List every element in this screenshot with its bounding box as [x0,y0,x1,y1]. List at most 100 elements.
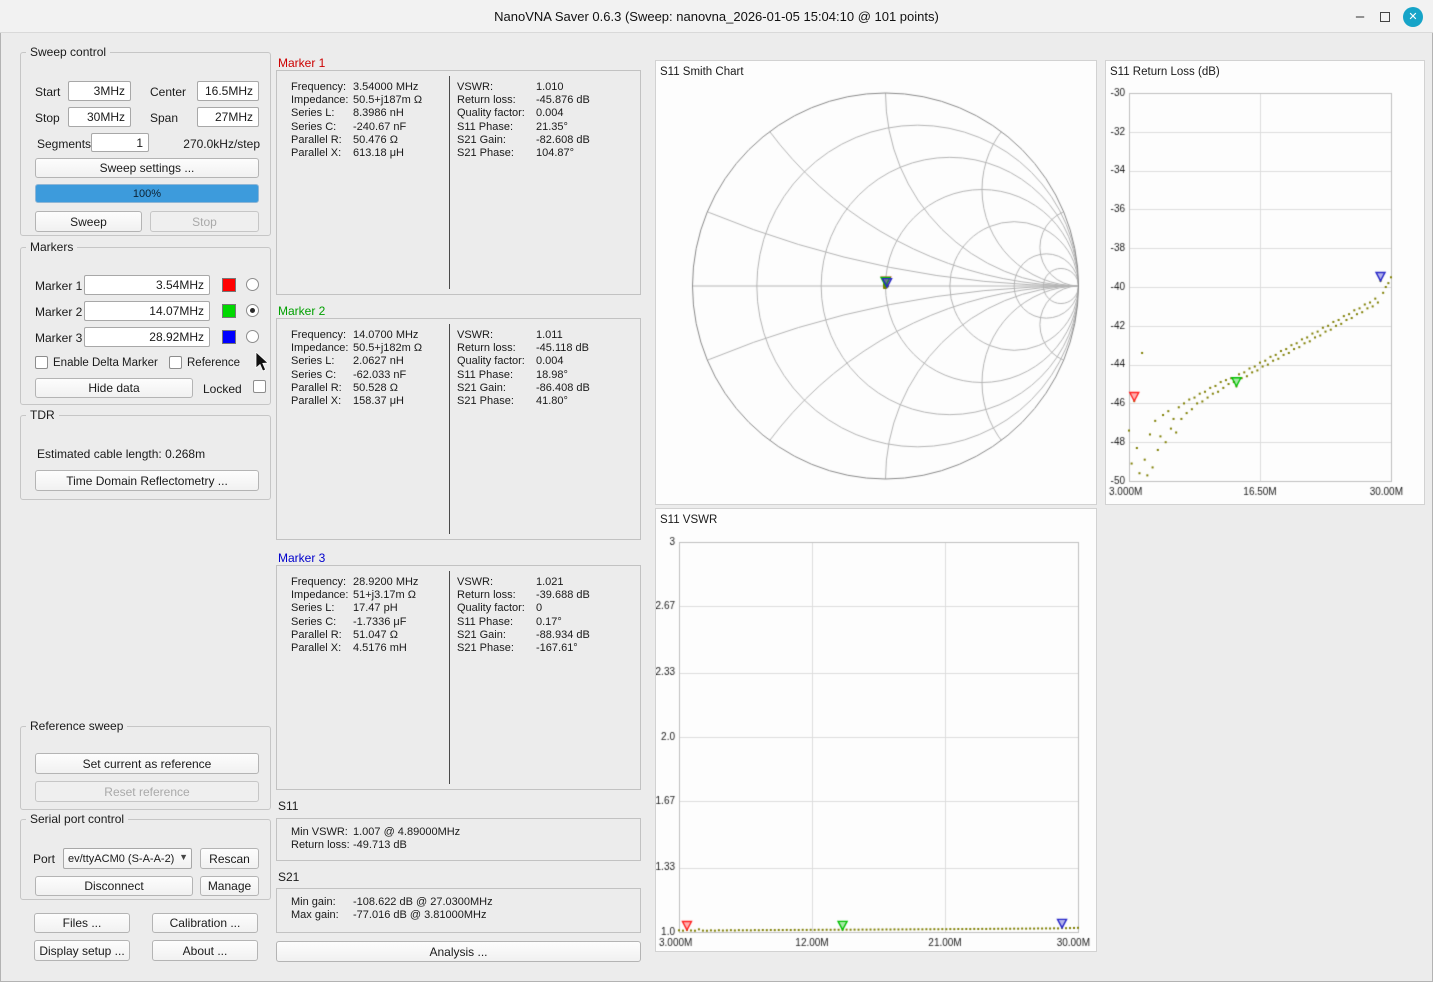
info-value: -45.876 dB [536,94,590,107]
info-row: Frequency:14.0700 MHz [291,329,422,342]
info-label: VSWR: [457,81,536,94]
info-row: Return loss:-45.876 dB [457,94,590,107]
info-value: 1.010 [536,81,564,94]
marker3-radio[interactable] [246,330,259,343]
set-reference-button[interactable]: Set current as reference [35,753,259,774]
info-label: Return loss: [457,94,536,107]
smith-chart-panel: S11 Smith Chart [655,60,1097,505]
marker3-frequency-input[interactable]: 28.92MHz [84,327,210,347]
info-row: S21 Gain:-82.608 dB [457,134,590,147]
info-value: 0.17° [536,616,562,629]
info-label: Series C: [291,369,353,382]
rescan-button[interactable]: Rescan [200,848,259,869]
markers-title: Markers [26,240,77,254]
close-icon[interactable]: ✕ [1403,7,1423,27]
info-row: S11 Phase:18.98° [457,369,590,382]
start-label: Start [35,85,60,99]
hide-data-button[interactable]: Hide data [35,378,193,398]
info-label: S11 Phase: [457,616,536,629]
marker1-info-right: VSWR:1.010Return loss:-45.876 dBQuality … [457,81,590,160]
vswr-chart-panel: S11 VSWR [655,508,1097,952]
manage-button[interactable]: Manage [200,876,259,896]
marker1-frequency-input[interactable]: 3.54MHz [84,275,210,295]
segments-label: Segments [37,137,91,151]
marker2-frequency-input[interactable]: 14.07MHz [84,301,210,321]
marker2-info-left: Frequency:14.0700 MHzImpedance:50.5+j182… [291,329,422,408]
info-value: 1.011 [536,329,563,342]
marker2-radio[interactable] [246,304,259,317]
info-row: S21 Phase:41.80° [457,395,590,408]
info-value: 1.021 [536,576,564,589]
info-label: S21 Gain: [457,382,536,395]
info-label: S11 Phase: [457,121,536,134]
marker1-info-left: Frequency:3.54000 MHzImpedance:50.5+j187… [291,81,422,160]
info-value: 21.35° [536,121,568,134]
vswr-chart-canvas[interactable] [656,509,1098,953]
info-row: Series L:17.47 pH [291,602,418,615]
analysis-button[interactable]: Analysis ... [276,941,641,962]
info-label: Min gain: [291,896,353,909]
info-row: Impedance:50.5+j187m Ω [291,94,422,107]
locked-checkbox[interactable] [253,380,266,393]
info-row: Return loss:-49.713 dB [291,839,460,852]
s21-summary-box: Min gain:-108.622 dB @ 27.0300MHzMax gai… [276,888,641,933]
info-value: 17.47 pH [353,602,398,615]
info-label: Impedance: [291,94,353,107]
sweep-button[interactable]: Sweep [35,211,142,232]
port-combobox[interactable]: ev/ttyACM0 (S-A-A-2) ▼ [63,848,192,869]
marker3-info-title: Marker 3 [278,551,325,565]
info-value: 0.004 [536,107,564,120]
marker3-info-box: Frequency:28.9200 MHzImpedance:51+j3.17m… [276,565,641,790]
smith-chart-canvas[interactable] [656,61,1098,506]
info-row: Frequency:3.54000 MHz [291,81,422,94]
info-label: Frequency: [291,576,353,589]
info-label: Series L: [291,602,353,615]
enable-delta-marker-checkbox[interactable] [35,356,48,369]
reset-reference-button[interactable]: Reset reference [35,781,259,802]
info-value: -167.61° [536,642,578,655]
marker1-color-swatch [222,278,236,292]
display-setup-button[interactable]: Display setup ... [34,940,130,961]
center-input[interactable]: 16.5MHz [197,81,259,101]
divider [449,571,450,784]
stop-button[interactable]: Stop [150,211,259,232]
center-label: Center [150,85,186,99]
info-row: Parallel R:51.047 Ω [291,629,418,642]
start-input[interactable]: 3MHz [68,81,131,101]
info-label: Min VSWR: [291,826,353,839]
info-row: Series L:2.0627 nH [291,355,422,368]
reference-checkbox[interactable] [169,356,182,369]
minimize-icon[interactable]: – [1353,8,1367,25]
smith-chart-title: S11 Smith Chart [660,66,744,78]
marker1-info-box: Frequency:3.54000 MHzImpedance:50.5+j187… [276,70,641,295]
reference-sweep-title: Reference sweep [26,719,127,733]
info-value: 14.0700 MHz [353,329,418,342]
return-loss-chart-canvas[interactable] [1106,61,1426,506]
marker1-info-title: Marker 1 [278,56,325,70]
info-value: 104.87° [536,147,574,160]
serial-port-title: Serial port control [26,812,128,826]
sweep-settings-button[interactable]: Sweep settings ... [35,158,259,178]
maximize-icon[interactable] [1380,12,1390,22]
window-title: NanoVNA Saver 0.6.3 (Sweep: nanovna_2026… [0,0,1433,33]
marker1-radio[interactable] [246,278,259,291]
about-button[interactable]: About ... [152,940,258,961]
stop-input[interactable]: 30MHz [68,107,131,127]
info-label: Series L: [291,355,353,368]
info-value: -240.67 nF [353,121,406,134]
info-value: 28.9200 MHz [353,576,418,589]
segments-input[interactable]: 1 [91,133,149,152]
files-button[interactable]: Files ... [34,913,130,933]
info-row: Parallel X:158.37 μH [291,395,422,408]
info-value: -88.934 dB [536,629,590,642]
calibration-button[interactable]: Calibration ... [152,913,258,933]
tdr-button[interactable]: Time Domain Reflectometry ... [35,470,259,491]
sweep-control-title: Sweep control [26,45,110,59]
info-value: -62.033 nF [353,369,406,382]
info-row: S11 Phase:0.17° [457,616,590,629]
disconnect-button[interactable]: Disconnect [35,876,193,896]
span-input[interactable]: 27MHz [197,107,259,127]
info-row: S21 Gain:-88.934 dB [457,629,590,642]
info-label: Frequency: [291,329,353,342]
chevron-down-icon: ▼ [179,852,188,862]
